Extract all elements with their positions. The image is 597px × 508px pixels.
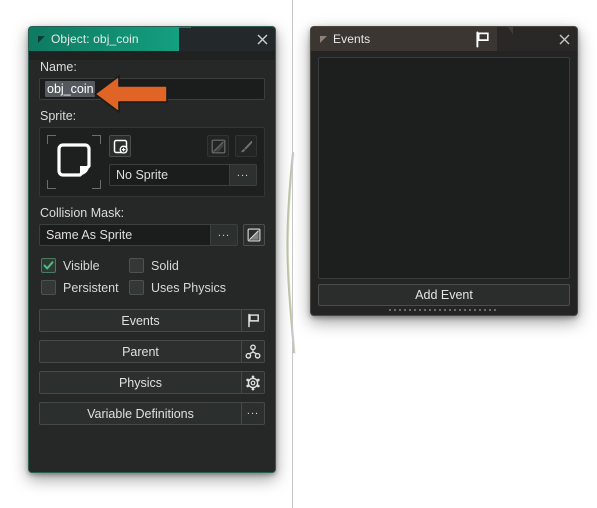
- gear-icon[interactable]: [241, 371, 265, 394]
- name-input[interactable]: obj_coin: [39, 78, 265, 100]
- events-list[interactable]: [318, 57, 570, 279]
- corner-mark-tl: [47, 135, 56, 144]
- paint-brush-icon[interactable]: [235, 135, 257, 157]
- corner-mark-tr: [92, 135, 101, 144]
- ellipsis-icon[interactable]: ...: [241, 402, 265, 425]
- collision-mask-menu-button[interactable]: ...: [210, 224, 238, 246]
- checkbox-visible-label: Visible: [63, 258, 100, 273]
- checkbox-uses-physics-box[interactable]: [129, 280, 144, 295]
- collision-mask-value[interactable]: Same As Sprite: [39, 224, 210, 246]
- collision-mask-row: Same As Sprite ...: [39, 224, 265, 246]
- object-window-body: Name: obj_coin Sprite: No Sprite ... Col…: [29, 60, 275, 472]
- sprite-label: Sprite:: [40, 109, 77, 123]
- object-window-titlebar[interactable]: Object: obj_coin: [29, 27, 275, 51]
- collision-mask-label: Collision Mask:: [40, 206, 125, 220]
- page-divider: [292, 0, 293, 508]
- events-close-icon[interactable]: [551, 34, 577, 45]
- sprite-placeholder-icon: [54, 140, 94, 185]
- corner-mark-br: [92, 180, 101, 189]
- events-window-body: Add Event: [311, 51, 577, 315]
- object-properties-window[interactable]: Object: obj_coin Name: obj_coin Sprite:: [28, 26, 276, 473]
- sprite-controls: No Sprite ...: [109, 135, 257, 189]
- events-window-titlebar[interactable]: Events: [311, 27, 577, 51]
- events-window-title: Events: [333, 32, 371, 46]
- app-root: Object: obj_coin Name: obj_coin Sprite:: [0, 0, 597, 508]
- sprite-value[interactable]: No Sprite: [109, 164, 229, 186]
- add-event-button[interactable]: Add Event: [318, 284, 570, 306]
- sprite-icon-row: [109, 135, 257, 157]
- check-icon: [43, 261, 54, 270]
- variable-definitions-button-row: Variable Definitions ...: [39, 402, 265, 425]
- checkbox-persistent[interactable]: Persistent: [41, 280, 129, 295]
- variable-definitions-button[interactable]: Variable Definitions: [39, 402, 241, 425]
- parent-button-row: Parent: [39, 340, 265, 363]
- sprite-menu-button[interactable]: ...: [229, 164, 257, 186]
- flag-icon[interactable]: [473, 30, 492, 49]
- flag-icon[interactable]: [241, 309, 265, 332]
- name-input-value: obj_coin: [45, 81, 95, 97]
- events-collapse-caret-icon[interactable]: [315, 35, 331, 44]
- events-button[interactable]: Events: [39, 309, 241, 332]
- parent-button[interactable]: Parent: [39, 340, 241, 363]
- edit-image-icon[interactable]: [207, 135, 229, 157]
- events-window[interactable]: Events Add Event: [310, 26, 578, 316]
- checkbox-persistent-box[interactable]: [41, 280, 56, 295]
- checkbox-visible[interactable]: Visible: [41, 258, 129, 273]
- add-sprite-icon[interactable]: [109, 135, 131, 157]
- close-icon[interactable]: [249, 34, 275, 45]
- corner-mark-bl: [47, 180, 56, 189]
- object-flags: Visible Solid Persistent Uses Physics: [41, 258, 265, 295]
- sprite-selector-row: No Sprite ...: [109, 164, 257, 186]
- checkbox-uses-physics-label: Uses Physics: [151, 280, 227, 295]
- checkbox-solid-label: Solid: [151, 258, 179, 273]
- checkbox-visible-box[interactable]: [41, 258, 56, 273]
- sprite-groupbox: No Sprite ...: [39, 127, 265, 197]
- events-button-row: Events: [39, 309, 265, 332]
- checkbox-solid-box[interactable]: [129, 258, 144, 273]
- name-label: Name:: [40, 60, 77, 74]
- checkbox-solid[interactable]: Solid: [129, 258, 265, 273]
- resize-grip[interactable]: [318, 306, 570, 315]
- checkbox-persistent-label: Persistent: [63, 280, 119, 295]
- parent-icon[interactable]: [241, 340, 265, 363]
- object-window-title: Object: obj_coin: [51, 32, 139, 46]
- collapse-caret-icon[interactable]: [33, 35, 49, 44]
- sprite-preview[interactable]: [47, 135, 101, 189]
- edit-mask-icon[interactable]: [243, 224, 265, 246]
- physics-button[interactable]: Physics: [39, 371, 241, 394]
- plant-stem-decoration: [283, 150, 297, 355]
- checkbox-uses-physics[interactable]: Uses Physics: [129, 280, 265, 295]
- physics-button-row: Physics: [39, 371, 265, 394]
